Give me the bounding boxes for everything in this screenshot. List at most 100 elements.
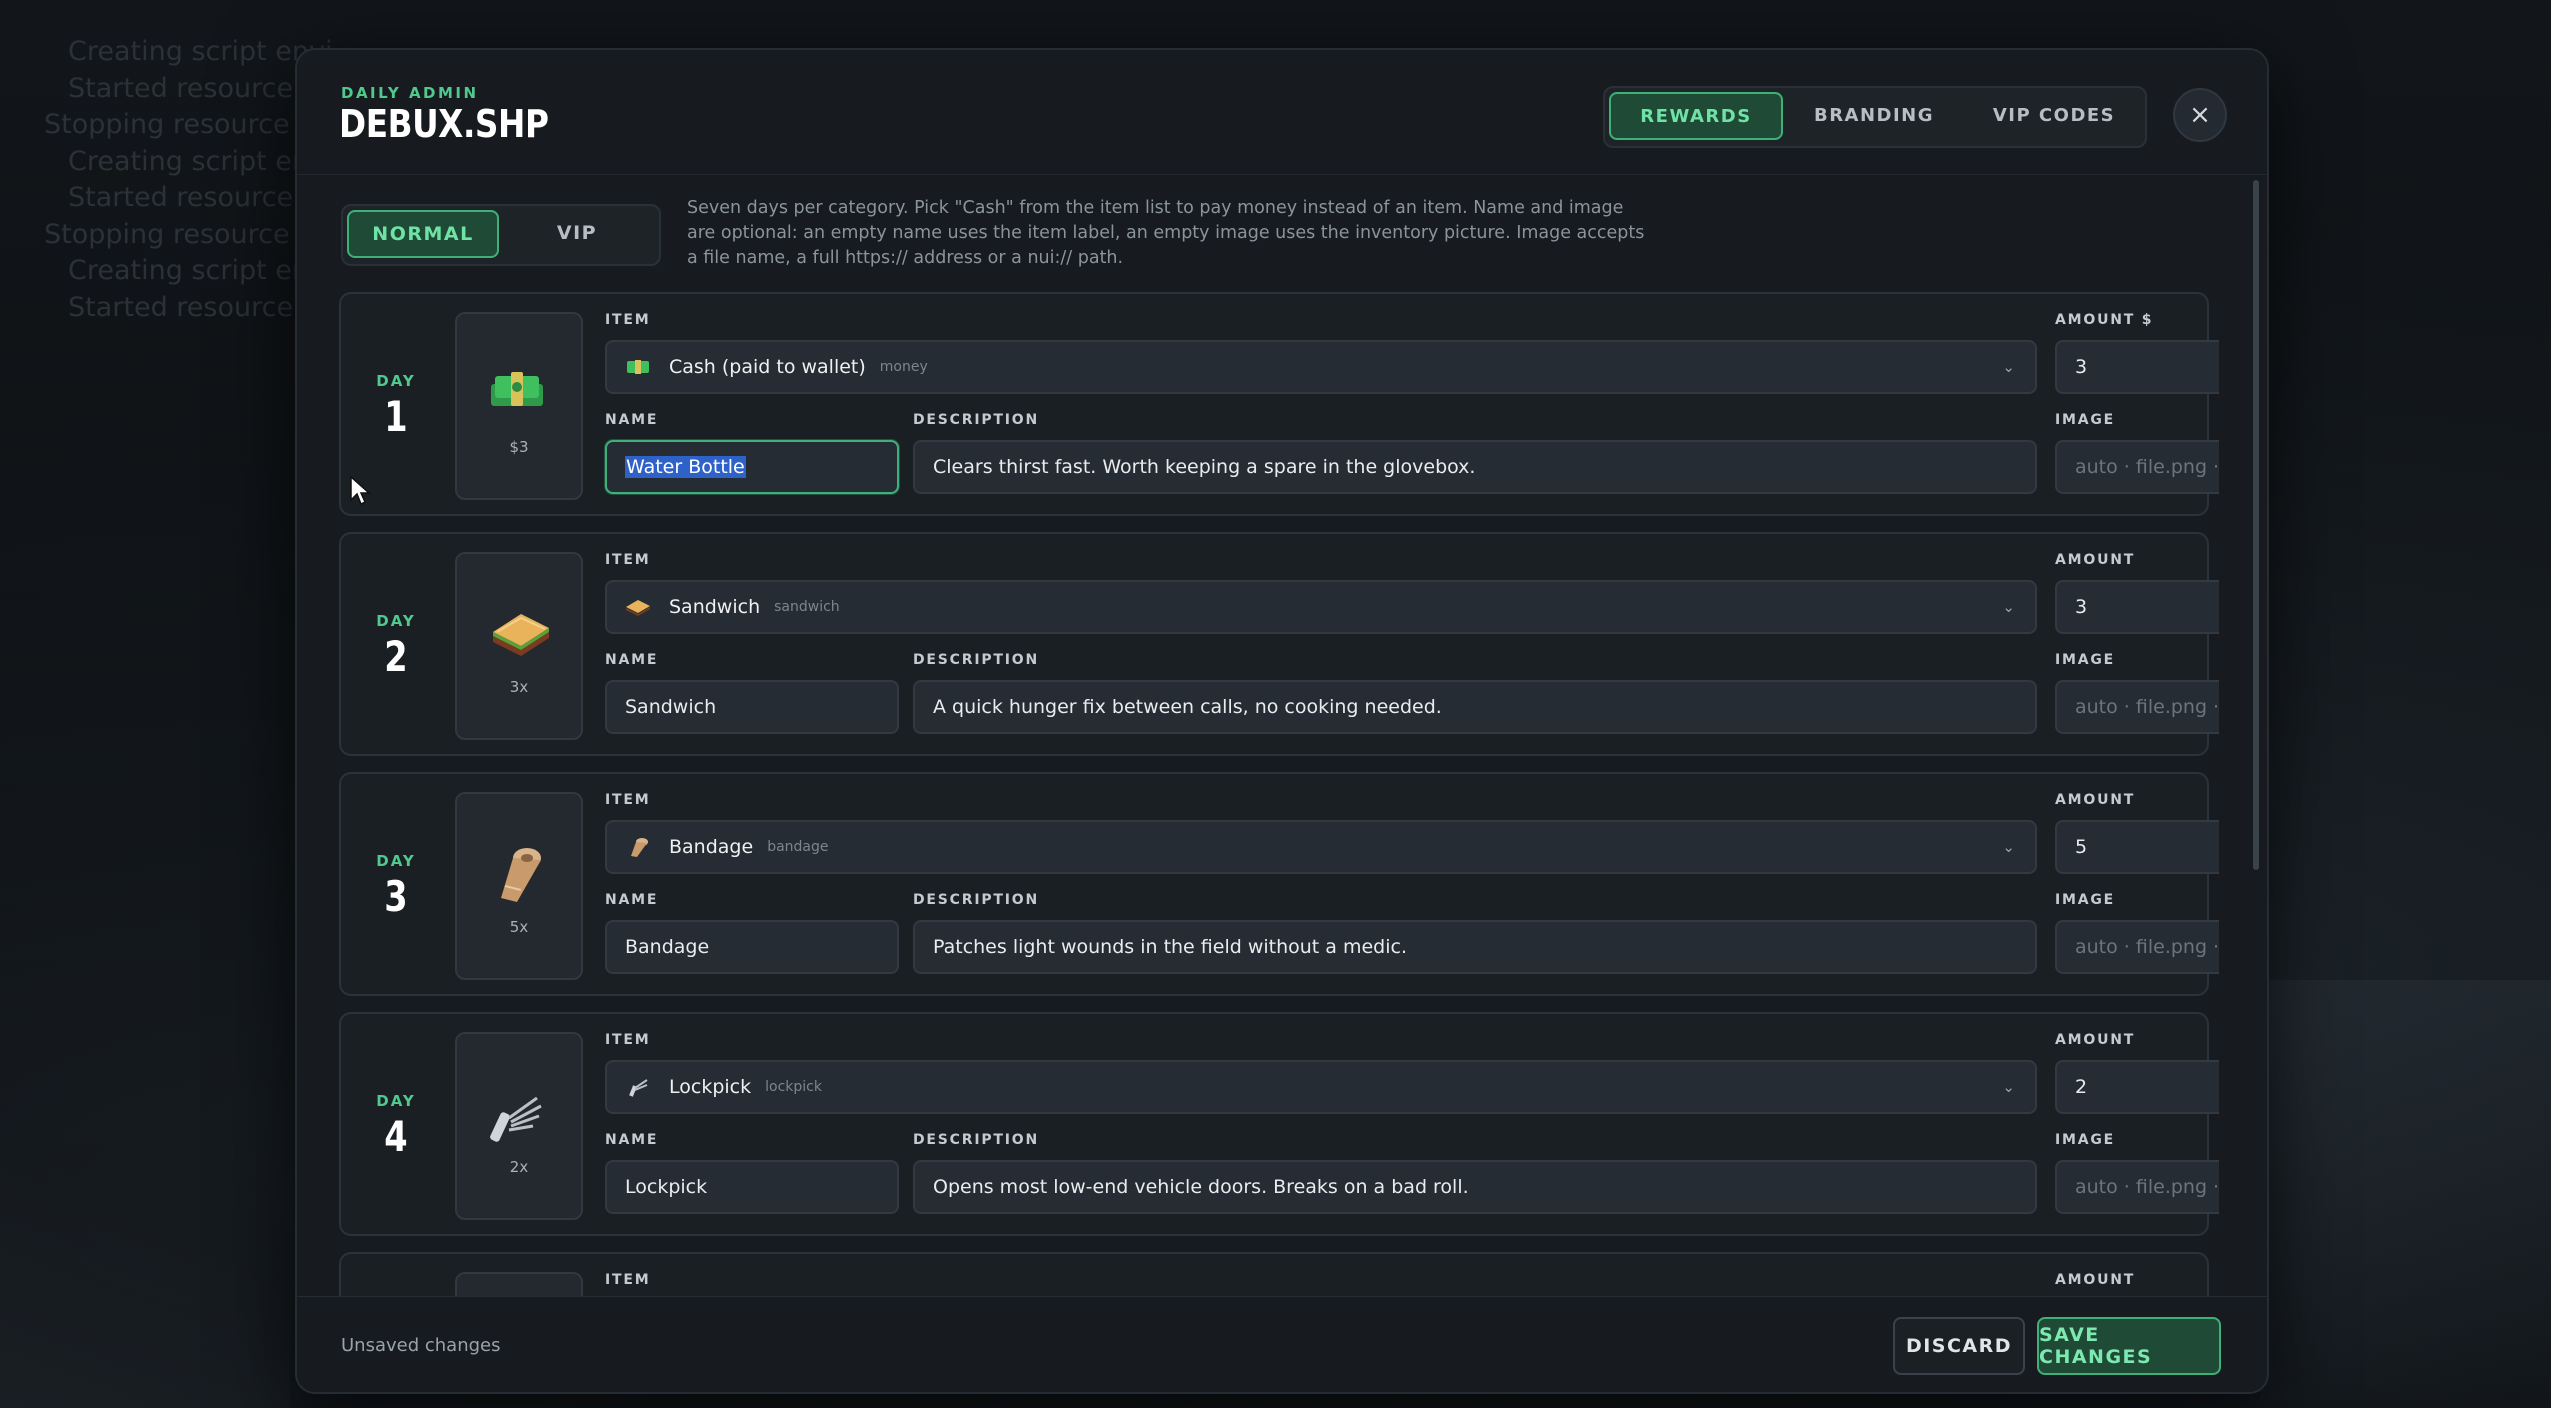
day-label: DAY [376,372,416,390]
day-number: 3 [384,872,408,921]
amount-input[interactable]: 2 [2055,1060,2219,1114]
item-select[interactable]: Cash (paid to wallet) money ⌄ [605,340,2037,394]
description-input[interactable]: A quick hunger fix between calls, no coo… [913,680,2037,734]
name-label: NAME [605,892,659,908]
save-changes-button[interactable]: SAVE CHANGES [2037,1317,2221,1375]
amount-label: AMOUNT $ [2055,312,2154,328]
item-preview: 2x [455,1032,583,1220]
chevron-down-icon: ⌄ [2002,1078,2015,1096]
preview-quantity: 3x [509,678,529,696]
selected-item-key: lockpick [765,1079,822,1095]
help-text: Seven days per category. Pick "Cash" fro… [687,198,1645,268]
tab-rewards[interactable]: REWARDS [1609,92,1783,140]
image-input[interactable]: auto · file.png · http [2055,440,2219,494]
amount-input[interactable]: 3 [2055,340,2219,394]
day-number: 1 [384,392,408,441]
item-label: ITEM [605,1272,651,1288]
name-label: NAME [605,1132,659,1148]
category-vip-button[interactable]: VIP [503,210,651,256]
day-label: DAY [376,612,416,630]
item-label: ITEM [605,792,651,808]
name-input[interactable]: Bandage [605,920,899,974]
name-value: Bandage [625,936,710,958]
console-line: Started resource ba [68,72,336,104]
reward-card-day-1: DAY 1 $3 ITEM AMOUNT $ NAME DESCRIPTION IMAGE Ca… [339,292,2219,516]
discard-button[interactable]: DISCARD [1893,1317,2025,1375]
mouse-cursor-icon [350,476,371,506]
list-scrollbar[interactable] [2253,180,2259,870]
tab-vip-codes[interactable]: VIP CODES [1969,92,2139,138]
day-label: DAY [376,852,416,870]
description-label: DESCRIPTION [913,652,1039,668]
brand-subtitle: DAILY ADMIN [341,84,479,102]
image-input[interactable]: auto · file.png · http [2055,680,2219,734]
description-value: Clears thirst fast. Worth keeping a spar… [933,456,1476,478]
description-input[interactable]: Clears thirst fast. Worth keeping a spar… [913,440,2037,494]
image-placeholder: auto · file.png · http [2075,936,2219,958]
name-value: Water Bottle [625,456,746,478]
console-line: Creating script envi [68,145,333,177]
amount-input[interactable]: 5 [2055,820,2219,874]
unsaved-status: Unsaved changes [341,1335,501,1356]
console-line: Creating script envi [68,36,333,67]
image-placeholder: auto · file.png · http [2075,1176,2219,1198]
amount-input[interactable]: 3 [2055,580,2219,634]
main-tabs: REWARDS BRANDING VIP CODES [1603,86,2147,148]
day-number: 2 [384,632,408,681]
tab-branding[interactable]: BRANDING [1789,92,1959,138]
console-line: Stopping resource ba [44,218,332,250]
description-label: DESCRIPTION [913,892,1039,908]
background-vehicle [0,1140,290,1408]
item-select[interactable]: Sandwich sandwich ⌄ [605,580,2037,634]
amount-value: 2 [2075,1076,2088,1098]
image-label: IMAGE [2055,1132,2116,1148]
item-preview: 5x [455,792,583,980]
daily-admin-modal: DAILY ADMIN DEBUX.SHP REWARDS BRANDING V… [295,48,2269,1394]
description-input[interactable]: Opens most low-end vehicle doors. Breaks… [913,1160,2037,1214]
reward-card-day-4: DAY 4 2x ITEM AMOUNT NAME DESCRIPTION IMAGE Lock… [339,1012,2219,1236]
selected-item-key: bandage [767,839,829,855]
category-toggle: NORMAL VIP [341,204,661,266]
item-preview: 3x [455,552,583,740]
preview-quantity: $3 [509,438,529,456]
modal-header: DAILY ADMIN DEBUX.SHP REWARDS BRANDING V… [297,50,2267,175]
name-input[interactable]: Sandwich [605,680,899,734]
item-label: ITEM [605,312,651,328]
description-input[interactable]: Patches light wounds in the field withou… [913,920,2037,974]
name-input[interactable]: Lockpick [605,1160,899,1214]
item-label: ITEM [605,552,651,568]
close-icon: × [2189,100,2211,130]
amount-label: AMOUNT [2055,552,2136,568]
image-label: IMAGE [2055,412,2116,428]
amount-value: 3 [2075,596,2088,618]
image-label: IMAGE [2055,652,2116,668]
item-label: ITEM [605,1032,651,1048]
sandwich-icon [625,596,651,618]
name-label: NAME [605,652,659,668]
item-select[interactable]: Bandage bandage ⌄ [605,820,2037,874]
background-console-log: Creating script envi Started resource ba S… [40,34,335,326]
name-label: NAME [605,412,659,428]
console-line: Started resource ba [68,182,336,213]
image-label: IMAGE [2055,892,2116,908]
name-value: Sandwich [625,696,717,718]
selected-item-key: money [879,359,928,375]
image-input[interactable]: auto · file.png · http [2055,920,2219,974]
name-value: Lockpick [625,1176,708,1198]
item-preview: $3 [455,312,583,500]
selected-item-label: Cash (paid to wallet) [669,356,866,378]
close-button[interactable]: × [2173,88,2227,142]
amount-value: 5 [2075,836,2088,858]
image-input[interactable]: auto · file.png · http [2055,1160,2219,1214]
image-placeholder: auto · file.png · http [2075,456,2219,478]
selected-item-key: sandwich [774,599,840,615]
name-input[interactable]: Water Bottle [605,440,899,494]
console-line: Stopping resource ba [44,109,332,140]
preview-quantity: 2x [509,1158,529,1176]
chevron-down-icon: ⌄ [2002,598,2015,616]
reward-list[interactable]: DAY 1 $3 ITEM AMOUNT $ NAME DESCRIPTION IMAGE Ca… [339,292,2219,1342]
description-label: DESCRIPTION [913,412,1039,428]
lockpick-icon [625,1076,651,1098]
item-select[interactable]: Lockpick lockpick ⌄ [605,1060,2037,1114]
category-normal-button[interactable]: NORMAL [347,210,499,258]
